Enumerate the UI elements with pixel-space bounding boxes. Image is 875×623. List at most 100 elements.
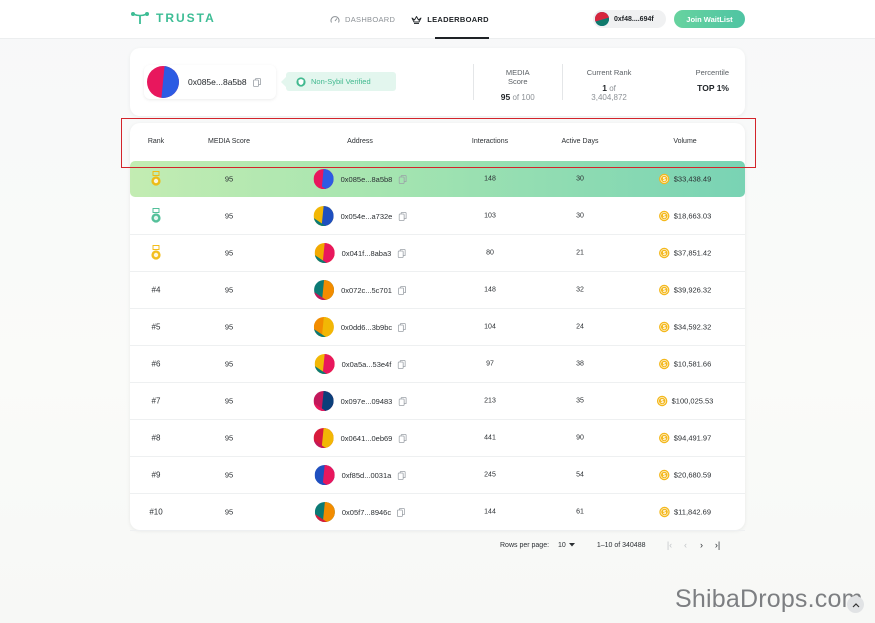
address-cell: 0x072c...5c701 <box>314 280 406 300</box>
nav-dashboard[interactable]: DASHBOARD <box>330 0 395 39</box>
non-sybil-badge: Non-Sybil Verified <box>281 72 396 91</box>
address-avatar <box>313 169 334 189</box>
active-days-cell: 32 <box>576 286 584 294</box>
media-score-cell: 95 <box>224 248 234 258</box>
copy-icon[interactable] <box>252 77 261 87</box>
medal-icon <box>151 171 161 186</box>
coin-icon: $ <box>659 432 670 444</box>
volume-cell: $ $39,926.32 <box>659 284 711 296</box>
profile-avatar <box>147 66 179 98</box>
volume-cell: $ $20,680.59 <box>659 469 711 481</box>
table-row[interactable]: #9 95 0xf85d...0031a 245 54 $ $20,680.59 <box>130 457 745 494</box>
rows-per-page-select[interactable]: 10 <box>558 542 575 549</box>
table-row[interactable]: #4 95 0x072c...5c701 148 32 $ $39,926.32 <box>130 272 745 309</box>
address-cell: 0x0dd6...3b9bc <box>313 317 407 337</box>
copy-icon[interactable] <box>398 285 406 295</box>
table-row[interactable]: #7 95 0x097e...09483 213 35 $ $100,025.53 <box>130 383 745 420</box>
address-text: 0x0dd6...3b9bc <box>340 322 393 332</box>
address-text: 0x054e...a732e <box>340 211 393 221</box>
interactions-cell: 245 <box>484 471 496 479</box>
rank-cell: #6 <box>152 360 161 369</box>
volume-text: $33,438.49 <box>673 174 712 184</box>
active-days-cell: 35 <box>576 397 584 405</box>
main-nav: DASHBOARD LEADERBOARD <box>330 0 489 39</box>
current-rank-stat: Current Rank 1 of 3,404,872 <box>561 64 656 102</box>
table-row[interactable]: 95 0x054e...a732e 103 30 $ $18,663.03 <box>130 198 745 235</box>
header-highlight-box <box>121 118 756 168</box>
volume-cell: $ $100,025.53 <box>656 395 713 407</box>
table-row[interactable]: #6 95 0x0a5a...53e4f 97 38 $ $10,581.66 <box>130 346 745 383</box>
media-score-number: 95 <box>500 92 511 102</box>
medal-icon <box>151 245 161 260</box>
address-cell: 0x085e...8a5b8 <box>313 169 407 189</box>
interactions-cell: 441 <box>484 434 496 442</box>
volume-text: $37,851.42 <box>673 248 712 258</box>
current-rank-value: 1 of 3,404,872 <box>587 83 632 102</box>
rank-cell: #10 <box>149 508 162 517</box>
svg-text:$: $ <box>663 362 666 368</box>
media-score-cell: 95 <box>224 174 234 184</box>
address-avatar <box>313 206 334 226</box>
table-row[interactable]: 95 0x041f...8aba3 80 21 $ $37,851.42 <box>130 235 745 272</box>
current-rank-label: Current Rank <box>586 68 632 77</box>
table-row[interactable]: #5 95 0x0dd6...3b9bc 104 24 $ $34,592.32 <box>130 309 745 346</box>
active-days-cell: 61 <box>576 508 584 516</box>
address-avatar <box>314 354 335 374</box>
address-avatar <box>314 280 335 300</box>
coin-icon: $ <box>659 173 670 185</box>
current-rank-number: 1 <box>602 83 607 93</box>
profile-stats: MEDIA Score 95 of 100 Current Rank 1 of … <box>473 64 745 102</box>
copy-icon[interactable] <box>397 507 406 517</box>
volume-text: $10,581.66 <box>673 359 712 369</box>
scroll-top-button[interactable] <box>847 596 864 613</box>
address-text: 0x0a5a...53e4f <box>341 359 392 369</box>
volume-cell: $ $18,663.03 <box>659 210 711 222</box>
percentile-stat: Percentile TOP 1% <box>656 64 745 100</box>
copy-icon[interactable] <box>397 248 406 258</box>
copy-icon[interactable] <box>398 396 407 406</box>
percentile-number: TOP 1% <box>697 83 729 93</box>
svg-text:$: $ <box>663 177 666 183</box>
copy-icon[interactable] <box>398 211 407 221</box>
medal-icon <box>151 208 161 223</box>
rank-cell <box>150 245 162 261</box>
media-score-cell: 95 <box>224 359 234 369</box>
table-row[interactable]: #10 95 0x05f7...8946c 144 61 $ $11,842.69 <box>130 494 745 531</box>
copy-icon[interactable] <box>398 322 407 332</box>
active-days-cell: 24 <box>576 323 584 331</box>
rank-cell: #4 <box>152 286 161 295</box>
volume-cell: $ $11,842.69 <box>659 506 711 518</box>
join-waitlist-button[interactable]: Join WaitList <box>674 10 745 28</box>
copy-icon[interactable] <box>397 470 406 480</box>
rows-per-page-label: Rows per page: <box>500 541 550 549</box>
media-score-total: of 100 <box>512 93 535 102</box>
rank-number: #10 <box>149 507 163 517</box>
copy-icon[interactable] <box>398 174 407 184</box>
rank-cell: #8 <box>152 434 161 443</box>
rank-cell <box>150 208 162 224</box>
nav-leaderboard[interactable]: LEADERBOARD <box>411 0 489 39</box>
wallet-address: 0xf48....694f <box>614 15 654 23</box>
rank-number: #4 <box>151 285 161 295</box>
watermark: ShibaDrops.com <box>675 585 863 613</box>
prev-page-button[interactable]: ‹ <box>678 540 694 550</box>
address-avatar <box>313 428 334 448</box>
first-page-button[interactable]: |‹ <box>662 540 678 550</box>
coin-icon: $ <box>659 358 670 370</box>
crown-icon <box>411 15 422 24</box>
table-row[interactable]: #8 95 0x0641...0eb69 441 90 $ $94,491.97 <box>130 420 745 457</box>
last-page-button[interactable]: ›| <box>710 540 726 550</box>
svg-text:$: $ <box>663 251 666 257</box>
media-score-value: 95 of 100 <box>498 92 538 102</box>
copy-icon[interactable] <box>397 359 406 369</box>
non-sybil-label: Non-Sybil Verified <box>311 77 371 86</box>
svg-text:$: $ <box>663 325 666 331</box>
svg-text:$: $ <box>663 473 666 479</box>
trusta-logo-icon <box>131 12 149 24</box>
copy-icon[interactable] <box>398 433 407 443</box>
pagination: Rows per page: 10 1–10 of 340488 |‹ ‹ › … <box>500 538 726 552</box>
next-page-button[interactable]: › <box>694 540 710 550</box>
volume-text: $11,842.69 <box>674 507 711 517</box>
brand-logo[interactable]: TRUSTA <box>130 11 216 25</box>
wallet-chip[interactable]: 0xf48....694f <box>593 10 666 28</box>
